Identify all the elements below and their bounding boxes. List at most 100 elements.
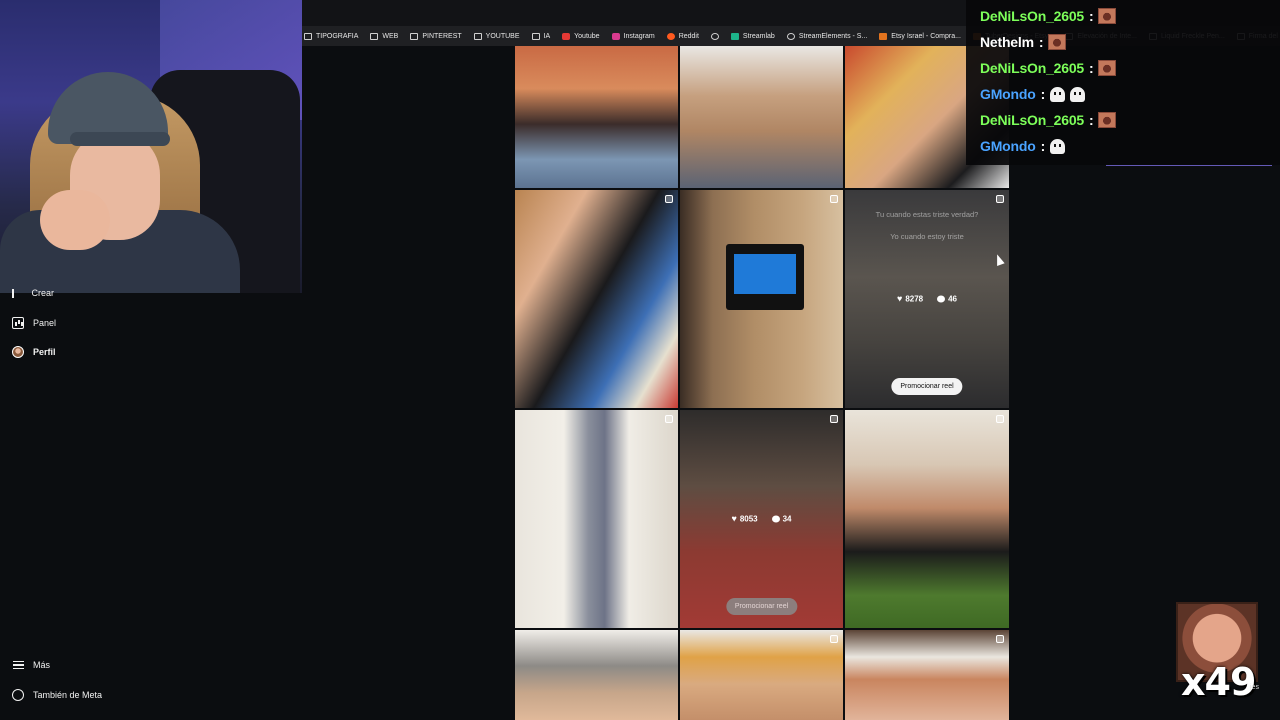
comment-icon [771, 515, 780, 523]
chat-separator: : [1089, 60, 1094, 76]
chat-message: Nethelm: [980, 34, 1067, 50]
post-thumbnail [515, 410, 678, 628]
chat-username[interactable]: DeNiLsOn_2605 [980, 112, 1084, 128]
streamelements-icon [786, 32, 795, 40]
bookmark-item[interactable]: IA [531, 32, 551, 40]
bookmark-item[interactable]: WEB [370, 32, 399, 40]
post-thumbnail [845, 410, 1009, 628]
ghost-emote-icon [1050, 86, 1066, 102]
face-emote-icon [1098, 60, 1117, 76]
chat-username[interactable]: GMondo [980, 86, 1036, 102]
reel-icon [830, 415, 838, 423]
reddit-icon [666, 32, 675, 40]
heart-icon: ♥ [896, 293, 903, 304]
reel-icon [830, 195, 838, 203]
comments-count: 46 [948, 294, 958, 304]
folder-icon [473, 32, 482, 40]
bookmark-item[interactable]: YOUTUBE [473, 32, 520, 40]
promote-reel-button[interactable]: Promocionar reel [891, 378, 963, 395]
face-emote-icon [1048, 34, 1067, 50]
streamer-cap-brim [70, 132, 170, 146]
bookmark-item[interactable]: TIPOGRAFIA [304, 32, 358, 40]
bookmark-item[interactable]: Streamlab [730, 32, 775, 40]
globe-icon [710, 32, 719, 40]
meta-threads-icon [12, 689, 24, 701]
sidebar-item-label: Perfil [33, 347, 56, 357]
ghost-emote-icon [1050, 138, 1066, 154]
streamlabs-icon [730, 32, 739, 40]
bookmark-label: Streamlab [742, 32, 775, 40]
comment-icon [937, 295, 946, 303]
sidebar-item-panel[interactable]: Panel [12, 317, 56, 329]
webcam-overlay [0, 0, 302, 293]
chat-message: DeNiLsOn_2605: [980, 112, 1117, 128]
sidebar-item-mas[interactable]: Más [12, 659, 50, 671]
chat-username[interactable]: GMondo [980, 138, 1036, 154]
sidebar-item-crear[interactable]: Crear [12, 288, 55, 299]
post-tile[interactable] [515, 630, 678, 720]
chat-divider [1106, 165, 1272, 166]
heart-icon: ♥ [731, 513, 737, 524]
post-tile[interactable] [515, 190, 678, 408]
bookmark-label: PINTEREST [422, 32, 462, 40]
chat-message: GMondo: [980, 86, 1086, 102]
chat-separator: : [1038, 34, 1044, 50]
bookmark-label: Youtube [574, 32, 600, 40]
dashboard-icon [12, 317, 24, 329]
bookmark-label: YOUTUBE [485, 32, 520, 40]
chat-message: DeNiLsOn_2605: [980, 8, 1117, 24]
folder-icon [370, 32, 379, 40]
bookmark-item[interactable]: Instagram [611, 32, 655, 40]
emote-counter: x49 [1181, 660, 1256, 704]
post-tile[interactable] [515, 46, 678, 188]
sidebar-item-meta[interactable]: También de Meta [12, 689, 102, 701]
chat-message: GMondo: [980, 138, 1066, 154]
chat-separator: : [1040, 138, 1046, 154]
bookmark-item[interactable]: Youtube [562, 32, 600, 40]
bookmark-label: StreamElements - S... [798, 32, 868, 40]
post-tile[interactable] [515, 410, 678, 628]
bookmark-item[interactable] [710, 32, 719, 40]
bookmark-label: Instagram [623, 32, 655, 40]
wall-screen [726, 244, 804, 310]
post-tile[interactable]: ♥ 8053 34 Promocionar reel [680, 410, 843, 628]
post-stats: ♥ 8053 34 [680, 513, 843, 524]
face-emote-icon [1098, 8, 1117, 24]
post-tile[interactable] [845, 630, 1009, 720]
chat-username[interactable]: DeNiLsOn_2605 [980, 60, 1084, 76]
chat-username[interactable]: DeNiLsOn_2605 [980, 8, 1084, 24]
instagram-icon [611, 32, 620, 40]
post-tile[interactable] [845, 410, 1009, 628]
promote-reel-button[interactable]: Promocionar reel [725, 598, 798, 615]
sidebar-item-perfil[interactable]: Perfil [12, 346, 56, 358]
bookmark-item[interactable]: Reddit [666, 32, 699, 40]
bookmark-item[interactable]: StreamElements - S... [786, 32, 868, 40]
tile-caption: Tu cuando estas triste verdad? [875, 210, 979, 219]
ghost-emote-icon [1070, 86, 1086, 102]
reel-icon [996, 415, 1004, 423]
bookmark-label: WEB [382, 32, 399, 40]
post-thumbnail [515, 190, 678, 408]
chat-separator: : [1040, 86, 1046, 102]
bookmark-item[interactable]: PINTEREST [410, 32, 462, 40]
sidebar-item-label: También de Meta [33, 690, 103, 700]
bookmark-item[interactable]: Etsy Israel - Compra... [879, 32, 961, 40]
reel-icon [830, 635, 838, 643]
post-tile[interactable] [680, 46, 843, 188]
face-emote-icon [1098, 112, 1117, 128]
bookmark-label: IA [543, 32, 551, 40]
streamer-hand [40, 190, 110, 250]
post-stats: ♥ 8278 46 [845, 293, 1009, 304]
chat-username[interactable]: Nethelm [980, 34, 1034, 50]
chat-separator: : [1089, 8, 1094, 24]
sidebar-item-label: Más [33, 660, 51, 670]
post-tile[interactable] [680, 190, 843, 408]
chat-separator: : [1089, 112, 1094, 128]
post-tile[interactable] [680, 630, 843, 720]
folder-icon [410, 32, 419, 40]
sidebar-item-label: Crear [31, 288, 55, 298]
bookmark-label: Reddit [678, 32, 699, 40]
etsy-icon [879, 32, 888, 40]
youtube-icon [562, 32, 571, 40]
post-tile[interactable]: Tu cuando estas triste verdad? Yo cuando… [845, 190, 1009, 408]
